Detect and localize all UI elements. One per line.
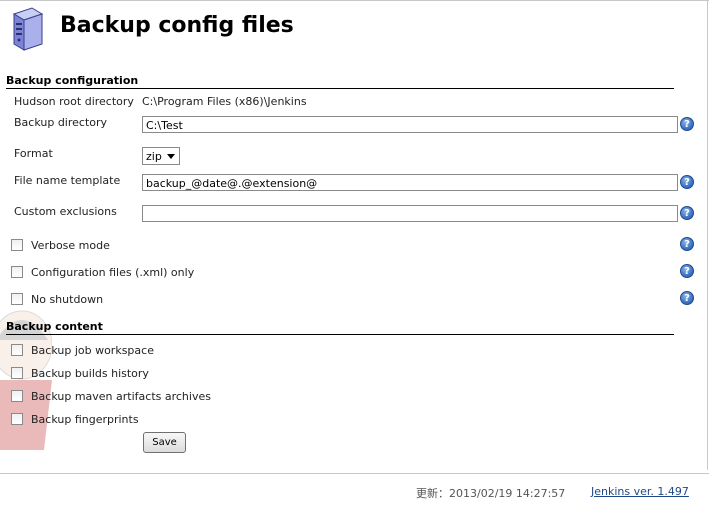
format-label: Format <box>14 147 53 160</box>
maven-artifacts-checkbox[interactable] <box>11 390 23 402</box>
page-title: Backup config files <box>60 13 294 38</box>
maven-artifacts-label: Backup maven artifacts archives <box>31 390 211 403</box>
no-shutdown-checkbox[interactable] <box>11 293 23 305</box>
footer-divider <box>0 473 709 474</box>
chevron-down-icon <box>167 154 175 159</box>
help-icon-backup-directory[interactable]: ? <box>680 117 694 131</box>
help-icon-verbose-mode[interactable]: ? <box>680 237 694 251</box>
save-button[interactable]: Save <box>143 432 186 453</box>
custom-exclusions-input[interactable] <box>142 205 678 222</box>
verbose-mode-checkbox[interactable] <box>11 239 23 251</box>
job-workspace-label: Backup job workspace <box>31 344 154 357</box>
page-header: Backup config files <box>0 0 709 60</box>
help-icon-no-shutdown[interactable]: ? <box>680 291 694 305</box>
builds-history-checkbox[interactable] <box>11 367 23 379</box>
help-icon-custom-exclusions[interactable]: ? <box>680 206 694 220</box>
hudson-root-value: C:\Program Files (x86)\Jenkins <box>142 95 307 108</box>
help-icon-file-name-template[interactable]: ? <box>680 175 694 189</box>
help-icon-xml-only[interactable]: ? <box>680 264 694 278</box>
no-shutdown-label: No shutdown <box>31 293 104 306</box>
fingerprints-label: Backup fingerprints <box>31 413 139 426</box>
file-name-template-input[interactable] <box>142 174 678 191</box>
hudson-root-label: Hudson root directory <box>14 95 134 108</box>
verbose-mode-label: Verbose mode <box>31 239 110 252</box>
jenkins-version-link[interactable]: Jenkins ver. 1.497 <box>591 485 689 498</box>
format-select[interactable]: zip <box>142 147 180 165</box>
custom-exclusions-label: Custom exclusions <box>14 205 117 218</box>
backup-config-icon <box>12 7 44 51</box>
section-title-configuration: Backup configuration <box>6 74 674 89</box>
frame-right-border <box>707 0 708 470</box>
xml-only-checkbox[interactable] <box>11 266 23 278</box>
backup-directory-label: Backup directory <box>14 116 108 129</box>
section-title-content: Backup content <box>6 320 674 335</box>
file-name-template-label: File name template <box>14 174 121 187</box>
job-workspace-checkbox[interactable] <box>11 344 23 356</box>
format-select-value: zip <box>146 150 162 163</box>
builds-history-label: Backup builds history <box>31 367 149 380</box>
fingerprints-checkbox[interactable] <box>11 413 23 425</box>
xml-only-label: Configuration files (.xml) only <box>31 266 195 279</box>
footer-updated-timestamp: 更新：2013/02/19 14:27:57 <box>416 487 566 500</box>
backup-directory-input[interactable] <box>142 116 678 133</box>
